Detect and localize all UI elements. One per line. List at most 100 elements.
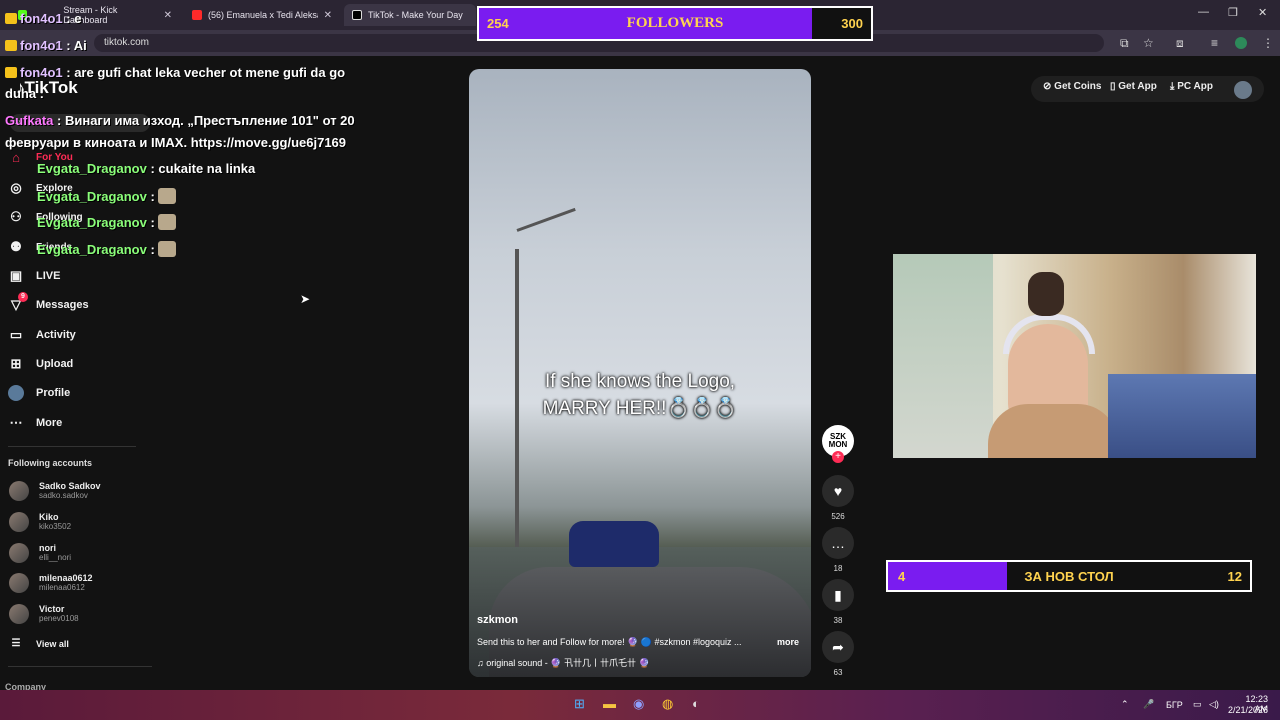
emote-image xyxy=(158,214,177,230)
activity-icon: ▭ xyxy=(9,327,23,342)
comment-button[interactable]: … 18 xyxy=(822,527,854,573)
chat-message: Evgata_Draganov : xyxy=(37,214,177,230)
coin-icon: ⊘ xyxy=(1043,81,1055,92)
avatar xyxy=(9,481,29,501)
clock-date[interactable]: 2/21/2026 xyxy=(1226,705,1268,715)
author-avatar[interactable]: SZK MON + xyxy=(822,425,854,463)
tab-label: TikTok - Make Your Day xyxy=(368,10,463,20)
avatar xyxy=(9,604,29,624)
extensions-icon[interactable]: ⧈ xyxy=(1176,36,1184,51)
follow-plus-icon[interactable]: + xyxy=(832,451,844,463)
nav-profile[interactable]: Profile xyxy=(8,385,70,401)
nav-label: Upload xyxy=(36,358,74,370)
user-avatar[interactable] xyxy=(1234,81,1252,99)
discord-icon[interactable]: ◉ xyxy=(633,696,644,712)
account-item[interactable]: Sadko Sadkov sadko.sadkov xyxy=(9,481,101,501)
button-label: PC App xyxy=(1177,81,1213,92)
video-author[interactable]: szkmon xyxy=(477,614,518,626)
chrome-icon[interactable]: ◍ xyxy=(662,696,673,712)
messages-badge: 9 xyxy=(18,292,28,302)
chat-username: Evgata_Draganov xyxy=(37,242,147,257)
tiktok-icon xyxy=(352,10,362,20)
account-name: milenaa0612 xyxy=(39,573,93,583)
view-all-link[interactable]: ☰ View all xyxy=(8,638,69,649)
close-window-icon[interactable]: ✕ xyxy=(1258,6,1267,19)
followers-goal-bar: 254 FOLLOWERS 300 xyxy=(477,6,873,41)
chevron-up-icon[interactable]: ⌃ xyxy=(1121,699,1129,710)
account-item[interactable]: Victor penev0108 xyxy=(9,604,79,624)
cast-icon[interactable]: ⧉ xyxy=(1120,36,1129,51)
account-name: Victor xyxy=(39,604,65,614)
windows-start-icon[interactable]: ⊞ xyxy=(574,696,585,712)
profile-avatar[interactable] xyxy=(1235,37,1247,49)
chat-message-continued: февруари в киноата и IMAX. https://move.… xyxy=(5,135,346,150)
maximize-icon[interactable]: ❐ xyxy=(1228,6,1238,19)
obs-icon[interactable]: ◐ xyxy=(692,696,700,711)
video-player[interactable]: If she knows the Logo, MARRY HER!!💍💍💍 sz… xyxy=(469,69,811,677)
sound-label: original sound - 🔮 卂卄几丨卄爪乇卄 🔮 xyxy=(486,658,650,668)
chat-text: duha : xyxy=(5,86,44,101)
nav-upload[interactable]: ⊞ Upload xyxy=(8,356,74,372)
nav-live[interactable]: ▣ LIVE xyxy=(8,268,61,284)
network-icon[interactable]: ▭ xyxy=(1193,699,1202,710)
share-button[interactable]: ➦ 63 xyxy=(822,631,854,677)
star-icon[interactable]: ☆ xyxy=(1143,36,1154,50)
list-icon: ☰ xyxy=(11,638,21,649)
webcam-overlay xyxy=(893,254,1256,458)
save-button[interactable]: ▮ 38 xyxy=(822,579,854,625)
button-label: Get Coins xyxy=(1054,81,1102,92)
heart-icon: ♥ xyxy=(822,475,854,507)
chat-text: : e xyxy=(66,11,82,26)
nav-more[interactable]: ⋯ More xyxy=(8,415,63,431)
get-coins-button[interactable]: ⊘ Get Coins xyxy=(1043,81,1101,92)
bed xyxy=(1108,374,1256,458)
goal-target: 300 xyxy=(841,16,863,31)
avatar xyxy=(9,512,29,532)
media-icon[interactable]: ≡ xyxy=(1211,36,1218,50)
comment-count: 18 xyxy=(833,564,843,573)
more-icon: ⋯ xyxy=(9,415,23,430)
video-caption: If she knows the Logo, xyxy=(544,371,736,392)
nav-label: Profile xyxy=(36,387,71,399)
street-lamp-arm xyxy=(516,207,576,232)
chat-username: Evgata_Draganov xyxy=(37,215,147,230)
account-item[interactable]: milenaa0612 milenaa0612 xyxy=(9,573,93,593)
account-handle: kiko3502 xyxy=(39,522,72,531)
sound-row[interactable]: ♫ original sound - 🔮 卂卄几丨卄爪乇卄 🔮 xyxy=(477,656,650,669)
volume-icon[interactable]: ◁) xyxy=(1209,699,1219,710)
more-link[interactable]: more xyxy=(777,637,799,647)
share-count: 63 xyxy=(833,668,843,677)
account-name: Sadko Sadkov xyxy=(39,481,101,491)
youtube-icon xyxy=(192,10,202,20)
chat-username: Evgata_Draganov xyxy=(37,189,147,204)
tab-tiktok[interactable]: TikTok - Make Your Day xyxy=(344,4,476,26)
view-all-label: View all xyxy=(36,638,69,649)
live-icon: ▣ xyxy=(9,268,23,283)
url-text: tiktok.com xyxy=(104,37,150,48)
close-icon[interactable]: ✕ xyxy=(164,10,172,21)
menu-icon[interactable]: ⋮ xyxy=(1262,36,1274,50)
car xyxy=(569,521,659,567)
close-icon[interactable]: ✕ xyxy=(324,10,332,21)
pc-app-button[interactable]: ⤓ PC App xyxy=(1170,81,1213,92)
minimize-icon[interactable]: — xyxy=(1198,6,1209,18)
nav-messages[interactable]: ▽ 9 Messages xyxy=(8,292,89,313)
profile-avatar-icon xyxy=(8,385,24,401)
chat-message: Evgata_Draganov : cukaite na linka xyxy=(37,161,255,176)
get-app-button[interactable]: ▯ Get App xyxy=(1110,81,1157,92)
goal-label: FOLLOWERS xyxy=(626,15,724,31)
plus-icon: ⊞ xyxy=(10,356,22,371)
chat-text: : xyxy=(150,242,155,257)
chat-text: : are gufi chat leka vecher ot mene gufi… xyxy=(66,65,346,80)
microphone-icon[interactable]: 🎤 xyxy=(1143,699,1154,710)
chat-message-continued: duha : xyxy=(5,86,44,101)
account-item[interactable]: Kiko kiko3502 xyxy=(9,512,71,532)
chat-message: Evgata_Draganov : xyxy=(37,241,177,257)
like-button[interactable]: ♥ 526 xyxy=(822,475,854,521)
file-explorer-icon[interactable]: ▬ xyxy=(603,696,616,711)
nav-activity[interactable]: ▭ Activity xyxy=(8,327,76,343)
account-item[interactable]: nori elli__nori xyxy=(9,543,71,563)
language-indicator[interactable]: БГР xyxy=(1166,700,1183,710)
tab-youtube[interactable]: (56) Emanuela x Tedi Aleksandr ✕ xyxy=(184,4,340,26)
home-icon: ⌂ xyxy=(12,150,20,165)
